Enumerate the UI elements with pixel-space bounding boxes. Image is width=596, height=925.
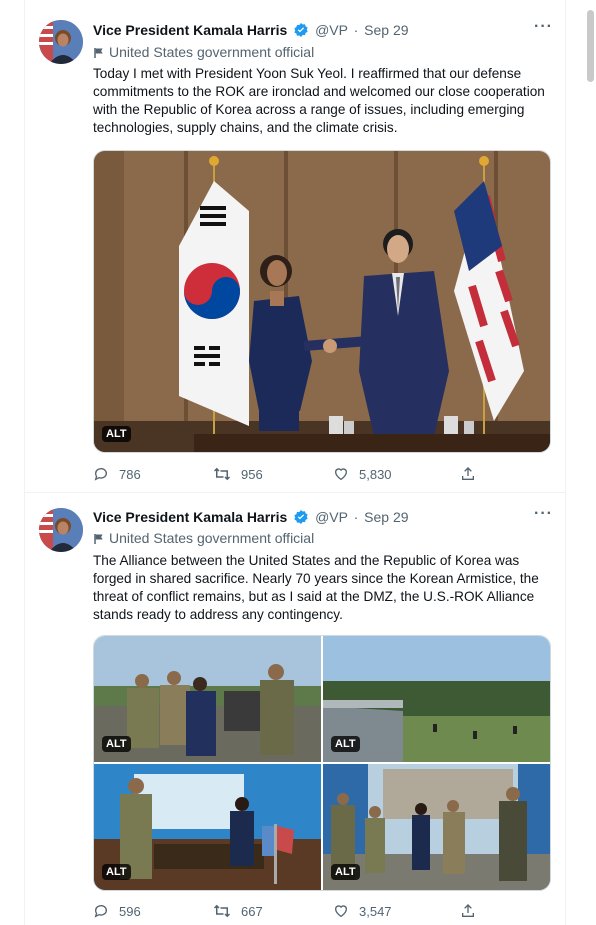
alt-text-badge[interactable]: ALT (102, 864, 131, 880)
tweet-header: Vice President Kamala Harris @VP · Sep 2… (93, 505, 557, 529)
retweet-button[interactable]: 667 (213, 903, 263, 919)
share-icon (462, 904, 474, 917)
scrollbar[interactable] (566, 0, 596, 925)
more-options-button[interactable]: ··· (534, 18, 553, 36)
tweet[interactable]: Vice President Kamala Harris @VP · Sep 2… (25, 0, 567, 493)
scrollbar-thumb[interactable] (587, 10, 594, 82)
flag-icon (94, 48, 103, 58)
share-icon (462, 467, 474, 480)
timeline: Vice President Kamala Harris @VP · Sep 2… (24, 0, 567, 925)
like-count: 3,547 (359, 903, 392, 919)
author-name[interactable]: Vice President Kamala Harris (93, 22, 287, 38)
heart-icon (334, 905, 348, 918)
tweet-photo[interactable]: ALT (323, 764, 550, 890)
verified-badge-icon (293, 509, 309, 528)
retweet-icon (213, 467, 231, 481)
verified-badge-icon (293, 22, 309, 41)
like-count: 5,830 (359, 466, 392, 482)
tweet-actions: 786 956 5,830 (93, 466, 493, 486)
avatar[interactable] (39, 508, 83, 552)
government-label-text: United States government official (109, 530, 315, 546)
tweet-header: Vice President Kamala Harris @VP · Sep 2… (93, 18, 557, 42)
reply-count: 596 (119, 903, 141, 919)
alt-text-badge[interactable]: ALT (102, 736, 131, 752)
tweet-actions: 596 667 3,547 (93, 903, 493, 923)
separator-dot: · (353, 509, 359, 525)
government-label: United States government official (93, 530, 314, 546)
heart-icon (334, 468, 348, 481)
government-label-text: United States government official (109, 44, 315, 60)
alt-text-badge[interactable]: ALT (331, 736, 360, 752)
tweet-photo[interactable]: ALT (94, 636, 321, 762)
tweet-photo-grid: ALT ALT ALT ALT (93, 635, 551, 891)
tweet-text: The Alliance between the United States a… (93, 553, 539, 622)
tweet-text: Today I met with President Yoon Suk Yeol… (93, 66, 545, 135)
like-button[interactable]: 5,830 (333, 466, 392, 482)
retweet-count: 956 (241, 466, 263, 482)
flag-icon (94, 534, 103, 544)
retweet-count: 667 (241, 903, 263, 919)
like-button[interactable]: 3,547 (333, 903, 392, 919)
tweet-date[interactable]: Sep 29 (364, 22, 408, 38)
tweet-date[interactable]: Sep 29 (364, 509, 408, 525)
reply-icon (94, 468, 107, 481)
separator-dot: · (353, 22, 359, 38)
more-options-button[interactable]: ··· (534, 505, 553, 523)
author-name[interactable]: Vice President Kamala Harris (93, 509, 287, 525)
share-button[interactable] (460, 466, 476, 482)
retweet-button[interactable]: 956 (213, 466, 263, 482)
tweet-photo[interactable]: ALT (323, 636, 550, 762)
reply-icon (94, 905, 107, 918)
reply-button[interactable]: 786 (93, 466, 141, 482)
reply-button[interactable]: 596 (93, 903, 141, 919)
reply-count: 786 (119, 466, 141, 482)
author-handle[interactable]: @VP (315, 22, 348, 38)
avatar[interactable] (39, 20, 83, 64)
share-button[interactable] (460, 903, 476, 919)
author-handle[interactable]: @VP (315, 509, 348, 525)
government-label: United States government official (93, 44, 314, 60)
tweet-photo[interactable]: ALT (93, 150, 551, 453)
alt-text-badge[interactable]: ALT (102, 426, 131, 442)
alt-text-badge[interactable]: ALT (331, 864, 360, 880)
retweet-icon (213, 904, 231, 918)
tweet-photo[interactable]: ALT (94, 764, 321, 890)
tweet[interactable]: Vice President Kamala Harris @VP · Sep 2… (25, 493, 567, 925)
